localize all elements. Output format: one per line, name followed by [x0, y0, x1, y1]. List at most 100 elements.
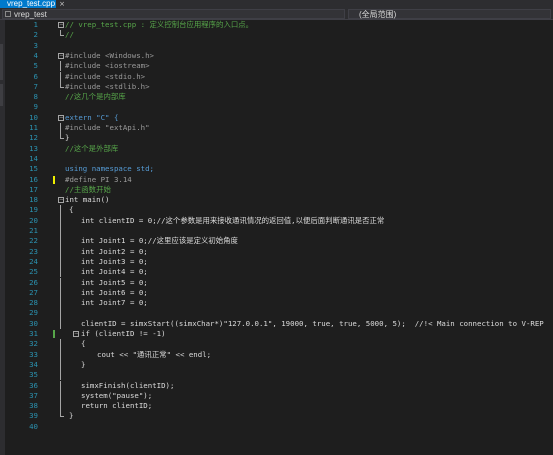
line-number: 9	[33, 102, 38, 112]
code-text: int Joint6 = 0;	[81, 287, 148, 297]
code-line: 8 //这几个是内部库	[5, 92, 553, 102]
code-line: 23 int Joint2 = 0;	[5, 246, 553, 257]
code-line: 33 cout << "通讯正常" << endl;	[5, 349, 553, 360]
code-line: 22 int Joint1 = 0;//这里应该是定义初始角度	[5, 236, 553, 247]
collapse-icon[interactable]: −	[58, 197, 64, 204]
code-text: int Joint3 = 0;	[81, 256, 148, 266]
code-text: int Joint1 = 0;//这里应该是定义初始角度	[81, 236, 238, 246]
collapse-icon[interactable]: −	[73, 331, 79, 337]
code-line: 1 − // vrep_test.cpp : 定义控制台应用程序的入口点。	[5, 20, 553, 30]
collapse-icon[interactable]: −	[58, 22, 64, 28]
code-line: 19 {	[5, 205, 553, 216]
code-text: if (clientID != -1)	[81, 329, 166, 338]
project-icon	[5, 11, 11, 17]
fold-end-guide	[60, 30, 64, 37]
collapse-icon[interactable]: −	[58, 114, 64, 121]
line-number: 15	[29, 164, 38, 174]
line-number: 18	[29, 195, 38, 205]
line-number: 40	[29, 421, 38, 431]
code-text: }	[65, 133, 70, 143]
code-text: int Joint5 = 0;	[81, 277, 148, 287]
code-line: 28 int Joint7 = 0;	[5, 298, 553, 309]
code-text: int main()	[65, 195, 110, 205]
tab-title: vrep_test.cpp	[7, 0, 56, 8]
code-line: 17 //主函数开始	[5, 185, 553, 195]
line-number: 5	[33, 61, 38, 71]
code-line: 27 int Joint6 = 0;	[5, 287, 553, 299]
fold-guide	[60, 308, 61, 319]
fold-guide	[60, 123, 61, 134]
side-tool-tab[interactable]	[0, 44, 3, 80]
code-text: // vrep_test.cpp : 定义控制台应用程序的入口点。	[65, 20, 254, 29]
fold-guide	[60, 236, 61, 247]
document-tab-bar: vrep_test.cpp ×	[0, 0, 553, 8]
code-line: 32 {	[5, 339, 553, 350]
fold-guide	[60, 226, 61, 237]
fold-guide	[60, 267, 61, 278]
line-number: 3	[33, 40, 38, 50]
navigation-bar: vrep_test (全局范围)	[0, 8, 553, 20]
line-number: 33	[29, 349, 38, 359]
tab-vrep-test-cpp[interactable]: vrep_test.cpp	[0, 0, 56, 8]
code-text: extern "C" {	[65, 112, 119, 122]
scope-dropdown[interactable]: (全局范围)	[348, 9, 551, 19]
collapse-icon[interactable]: −	[58, 52, 64, 59]
line-number: 32	[29, 339, 38, 349]
code-text: {	[81, 339, 86, 349]
changed-line-marker	[53, 175, 55, 184]
code-text: //这几个是内部库	[65, 92, 126, 102]
code-text: return clientID;	[81, 401, 153, 411]
code-text: cout << "通讯正常" << endl;	[97, 349, 212, 359]
line-number: 13	[29, 143, 38, 153]
line-number: 34	[29, 359, 38, 369]
fold-guide	[60, 349, 61, 360]
line-number: 10	[29, 112, 38, 122]
code-line: 5 #include <iostream>	[5, 61, 553, 72]
line-number: 21	[29, 226, 38, 235]
line-number: 36	[29, 380, 38, 390]
fold-guide	[60, 390, 61, 402]
fold-guide	[60, 339, 61, 350]
line-number: 12	[29, 133, 38, 143]
code-line: 29	[5, 308, 553, 319]
code-line: 35	[5, 370, 553, 381]
code-text: int Joint4 = 0;	[81, 267, 148, 277]
code-text: int clientID = 0;//这个参数是用来接收通讯情况的返回值,以便后…	[81, 215, 385, 225]
line-number: 17	[29, 184, 38, 194]
code-text: using namespace std;	[65, 164, 154, 174]
code-line: 21	[5, 226, 553, 237]
fold-end-guide	[60, 81, 64, 88]
side-tool-tab[interactable]	[0, 84, 3, 106]
code-line: 34 }	[5, 359, 553, 371]
fold-guide	[60, 401, 61, 412]
code-text: #include <stdio.h>	[65, 71, 146, 81]
fold-guide	[60, 61, 61, 72]
line-number: 20	[29, 215, 38, 225]
line-number: 24	[29, 256, 38, 266]
close-icon[interactable]: ×	[58, 0, 66, 8]
project-name: vrep_test	[14, 10, 47, 19]
line-number: 26	[29, 277, 38, 287]
project-dropdown[interactable]: vrep_test	[2, 9, 345, 19]
line-number: 27	[29, 287, 38, 297]
code-line: 38 return clientID;	[5, 401, 553, 412]
code-line: 3	[5, 41, 553, 51]
code-text: #include "extApi.h"	[65, 123, 150, 132]
code-text: simxFinish(clientID);	[81, 380, 175, 390]
scope-label: (全局范围)	[359, 10, 397, 19]
fold-guide	[60, 380, 61, 391]
fold-guide	[60, 205, 61, 216]
code-text: //主函数开始	[65, 184, 111, 194]
line-number: 37	[29, 390, 38, 400]
code-line: 11 #include "extApi.h"	[5, 123, 553, 134]
code-text: system("pause");	[81, 390, 153, 400]
code-line: 13 //这个是外部库	[5, 144, 553, 154]
fold-guide	[60, 318, 61, 329]
fold-guide	[60, 298, 61, 309]
line-number: 7	[33, 81, 38, 91]
code-editor[interactable]: 1 − // vrep_test.cpp : 定义控制台应用程序的入口点。 2 …	[5, 20, 553, 455]
code-line: 4 − #include <Windows.h>	[5, 51, 553, 61]
code-text: //	[65, 30, 74, 40]
code-line: 36 simxFinish(clientID);	[5, 380, 553, 391]
line-number: 25	[29, 267, 38, 277]
